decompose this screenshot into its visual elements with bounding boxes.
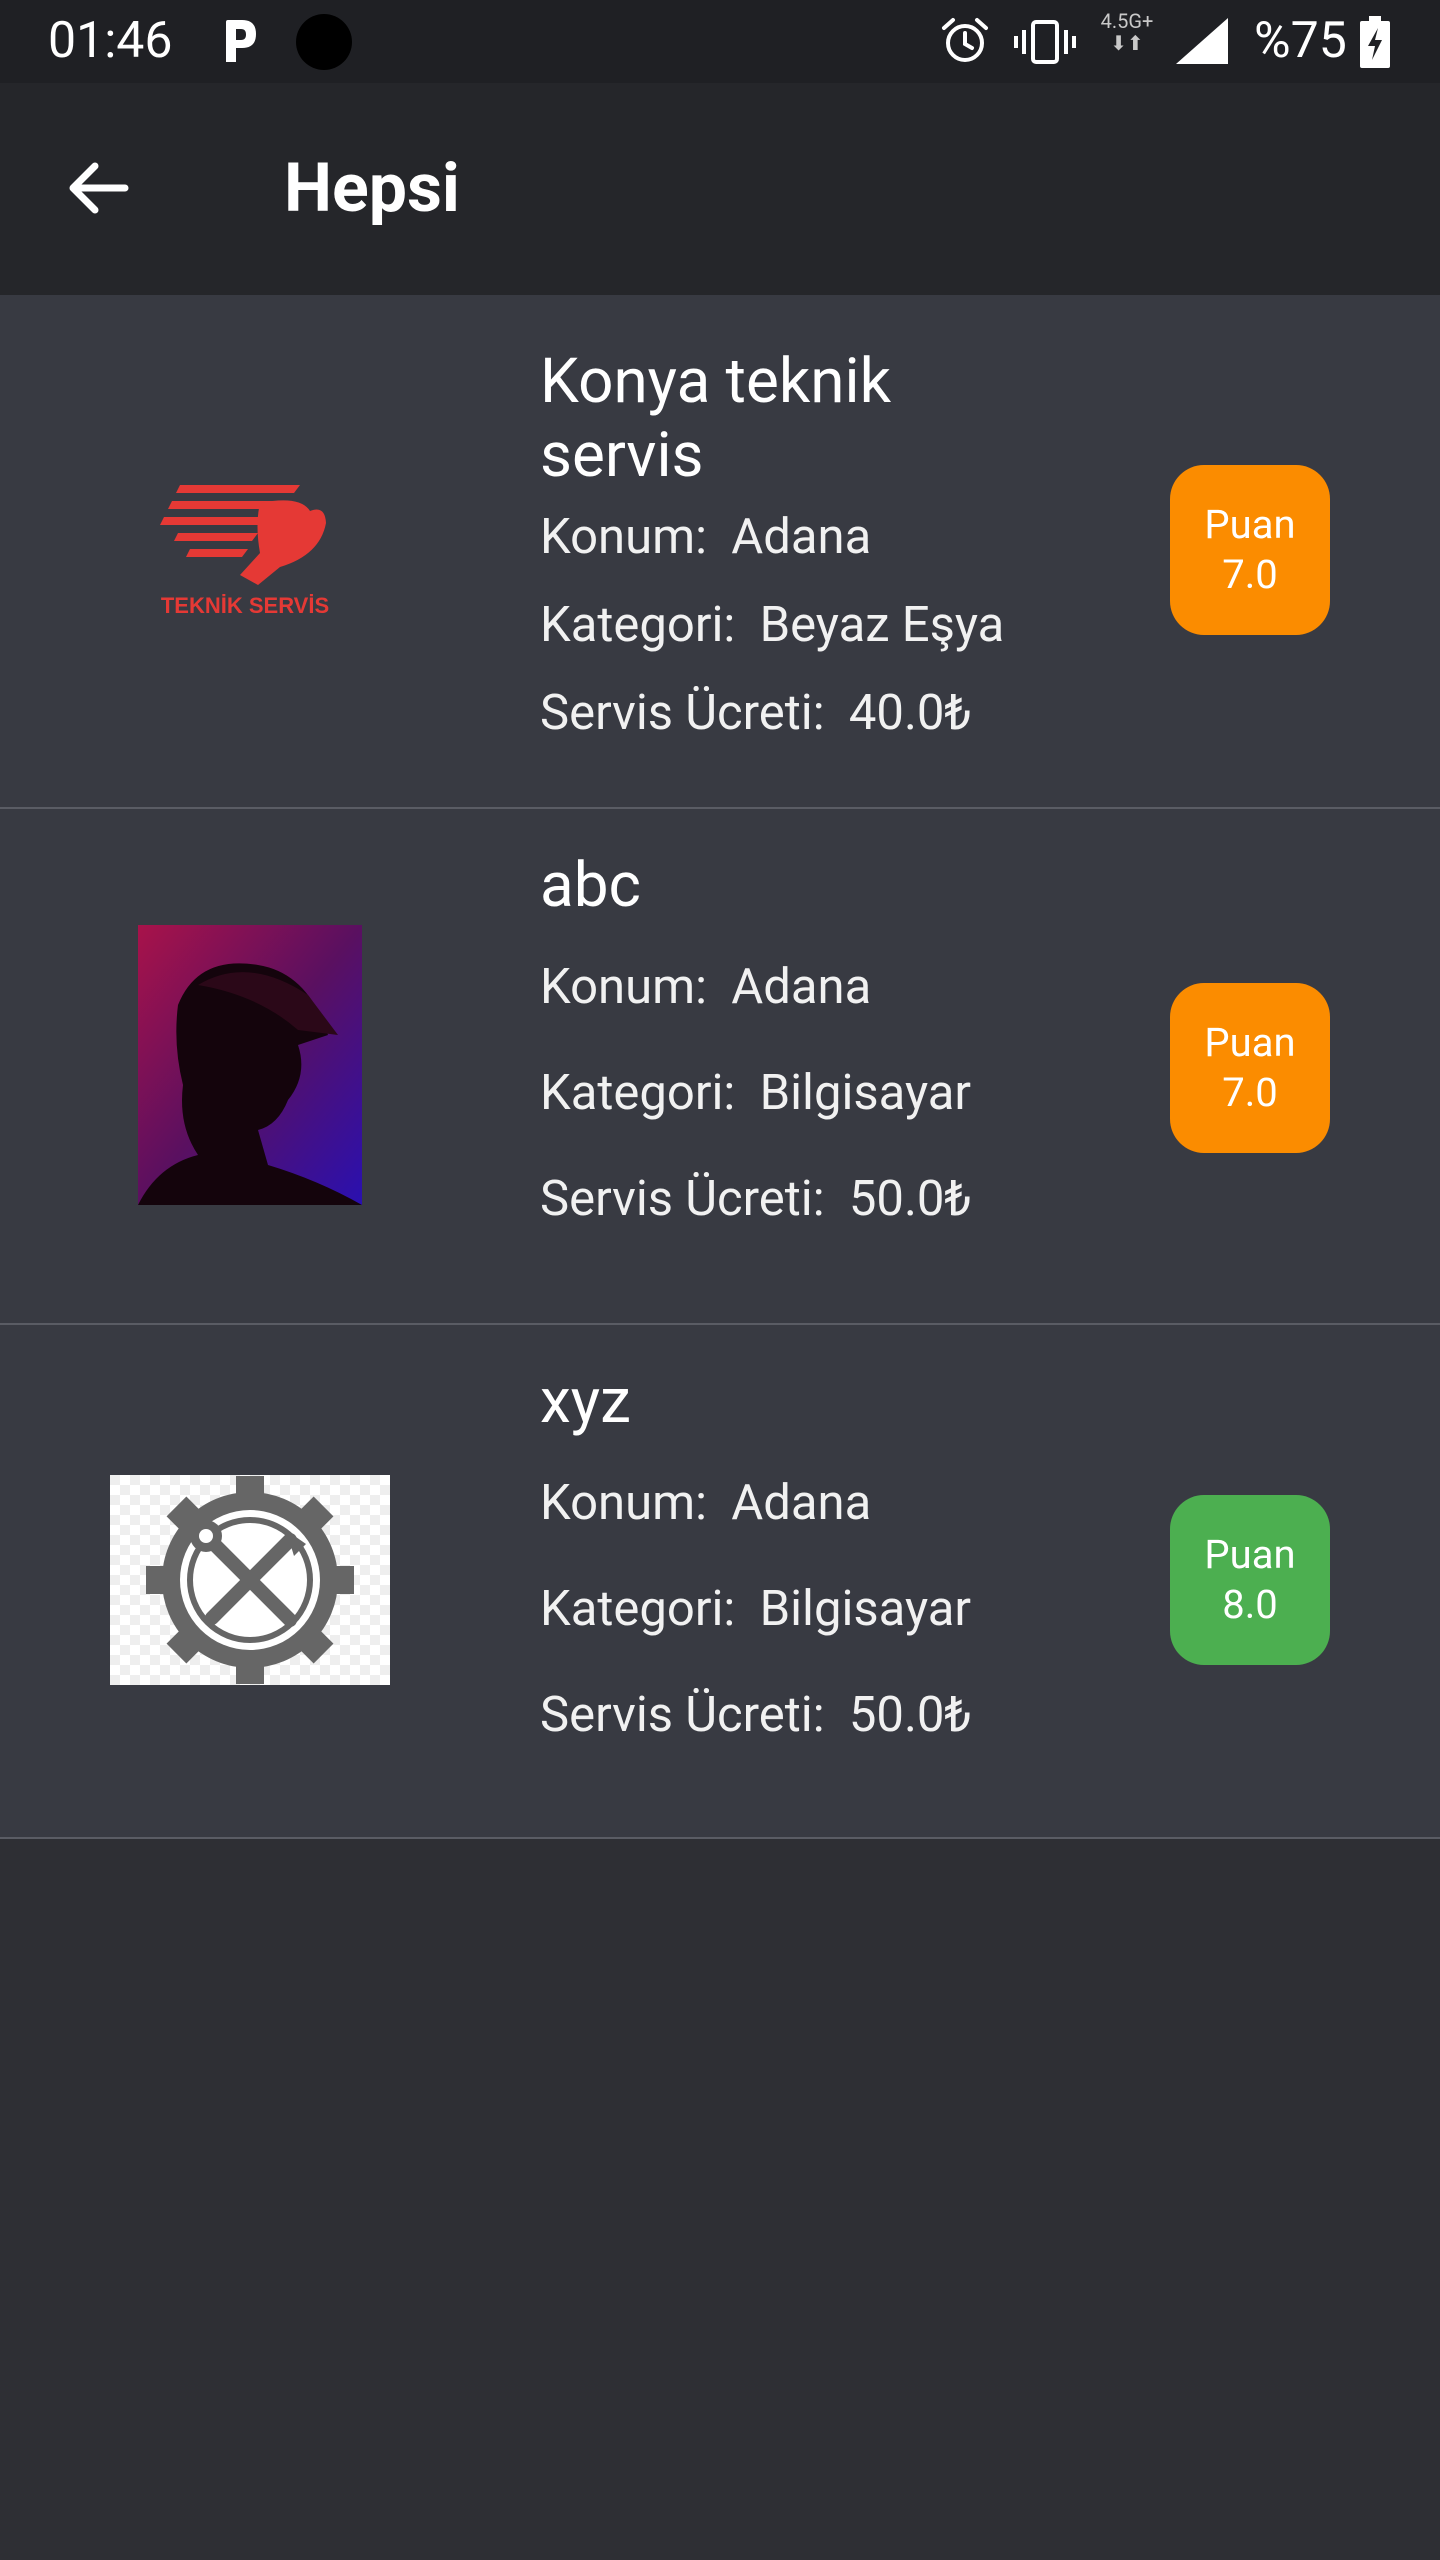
location-line: Konum: Adana xyxy=(540,958,872,1015)
page-title: Hepsi xyxy=(284,148,460,228)
location-line: Konum: Adana xyxy=(540,1474,872,1531)
service-card[interactable]: xyz Konum: Adana Kategori: Bilgisayar Se… xyxy=(0,1325,1440,1839)
status-bar: 01:46 4.5G+ ⬇⬆ %75 xyxy=(0,0,1440,83)
service-info: Konya teknik servis Konum: Adana Kategor… xyxy=(540,345,1004,745)
location-line: Konum: Adana xyxy=(540,508,872,565)
service-info: xyz Konum: Adana Kategori: Bilgisayar Se… xyxy=(540,1365,972,1747)
signal-icon xyxy=(1176,18,1228,64)
rating-badge: Puan 7.0 xyxy=(1170,465,1330,635)
arrow-back-icon xyxy=(69,162,129,214)
logo-text: TEKNİK SERVİS xyxy=(161,593,329,618)
rating-badge: Puan 8.0 xyxy=(1170,1495,1330,1665)
parking-icon xyxy=(226,20,256,62)
category-line: Kategori: Bilgisayar xyxy=(540,1580,972,1637)
service-info: abc Konum: Adana Kategori: Bilgisayar Se… xyxy=(540,849,972,1231)
dot-icon xyxy=(296,14,352,70)
back-button[interactable] xyxy=(54,143,144,233)
category-line: Kategori: Beyaz Eşya xyxy=(540,596,1005,653)
network-type: 4.5G+ ⬇⬆ xyxy=(1100,9,1154,55)
fee-line: Servis Ücreti: 40.0₺ xyxy=(540,684,972,741)
app-bar: Hepsi xyxy=(0,83,1440,295)
service-list: TEKNİK SERVİS Konya teknik servis Konum:… xyxy=(0,295,1440,1839)
service-logo: TEKNİK SERVİS xyxy=(160,485,329,618)
fee-line: Servis Ücreti: 50.0₺ xyxy=(540,1686,972,1743)
service-tools-icon xyxy=(110,1475,390,1685)
category-line: Kategori: Bilgisayar xyxy=(540,1064,972,1121)
service-photo xyxy=(138,925,362,1205)
service-title: abc xyxy=(540,849,641,922)
service-card[interactable]: abc Konum: Adana Kategori: Bilgisayar Se… xyxy=(0,809,1440,1325)
battery-charging-icon xyxy=(1360,16,1390,68)
vibrate-icon xyxy=(1014,20,1076,64)
battery-percent: %75 xyxy=(1254,12,1347,70)
service-title: Konya teknik servis xyxy=(540,345,891,492)
fee-line: Servis Ücreti: 50.0₺ xyxy=(540,1170,972,1227)
rating-badge: Puan 7.0 xyxy=(1170,983,1330,1153)
status-time: 01:46 xyxy=(48,12,173,70)
service-title: xyz xyxy=(540,1365,631,1438)
alarm-icon xyxy=(942,18,988,62)
service-card[interactable]: TEKNİK SERVİS Konya teknik servis Konum:… xyxy=(0,295,1440,809)
